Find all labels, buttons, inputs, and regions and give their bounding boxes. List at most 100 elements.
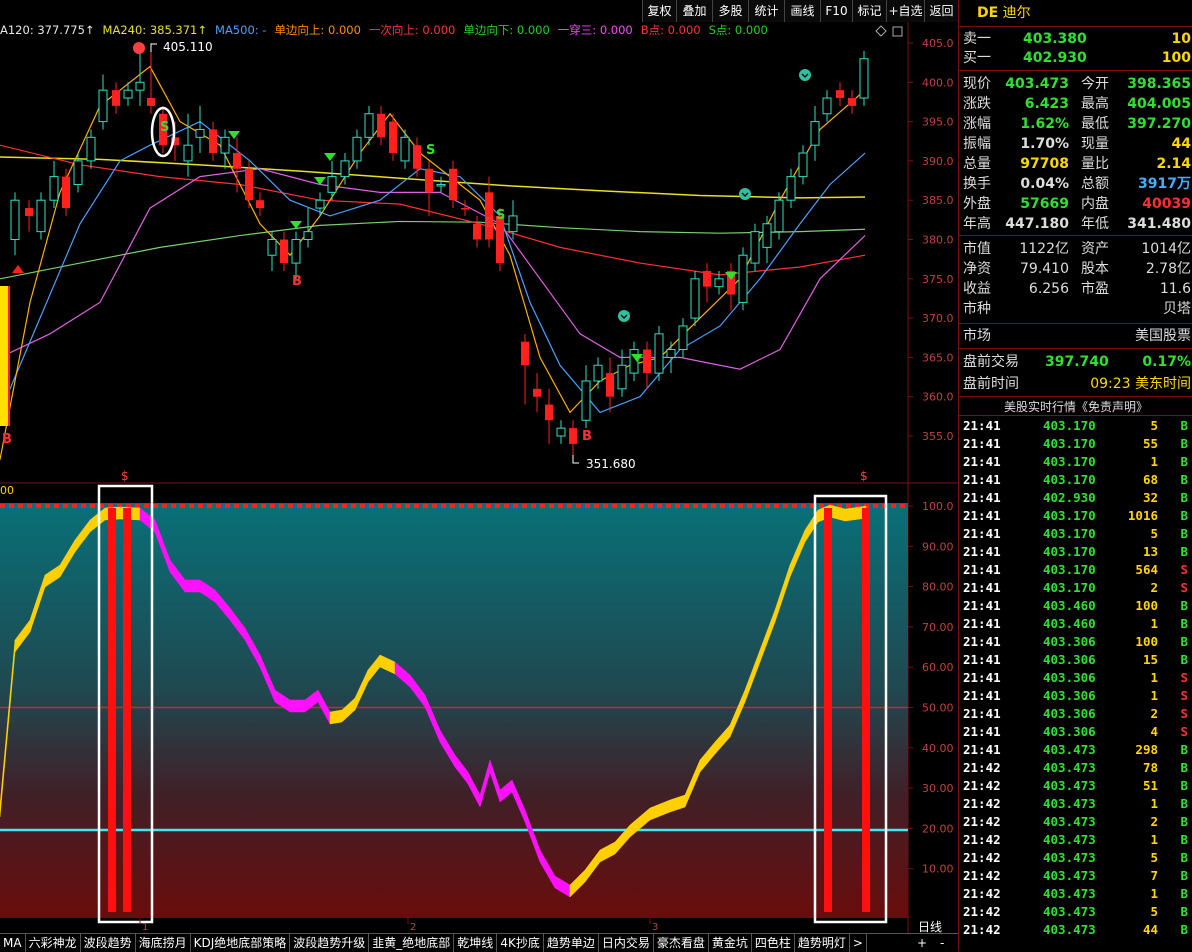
quote-value: 1.62% xyxy=(1020,116,1069,132)
candle-body xyxy=(810,121,820,146)
tick-price: 403.473 xyxy=(1043,832,1096,847)
candle-body xyxy=(112,90,120,106)
signal-bar xyxy=(108,508,116,912)
tick-time: 21:41 xyxy=(963,436,1001,451)
tick-volume: 5 xyxy=(1150,904,1158,919)
tick-price: 403.473 xyxy=(1043,868,1096,883)
indicator-tab[interactable]: 趋势明灯 xyxy=(795,934,850,952)
tick-row: 21:41 403.306 1 S xyxy=(959,687,1192,705)
tick-side: B xyxy=(1180,454,1188,469)
tick-row: 21:41 403.170 5 B xyxy=(959,525,1192,543)
tick-row: 21:41 403.170 5 B xyxy=(959,417,1192,435)
tick-side: B xyxy=(1180,922,1188,937)
candlestick-chart[interactable]: 405.0400.0395.0390.0385.0380.0375.0370.0… xyxy=(0,22,958,933)
tick-price: 403.473 xyxy=(1043,922,1096,937)
sell1-price: 403.380 xyxy=(1023,31,1087,47)
tick-volume: 32 xyxy=(1142,490,1158,505)
tick-side: B xyxy=(1180,634,1188,649)
tick-row: 21:41 403.473 298 B xyxy=(959,741,1192,759)
down-triangle-icon xyxy=(725,272,737,280)
toolbar-button-2[interactable]: 多股 xyxy=(712,0,748,22)
top-toolbar: 复权 叠加 多股 统计 画线 F10 标记 +自选 返回 xyxy=(0,0,958,22)
toolbar-button-8[interactable]: 返回 xyxy=(924,0,958,22)
price-axis-label: 400.0 xyxy=(922,76,954,89)
indicator-tab[interactable]: MA xyxy=(0,934,26,952)
pretime-value: 09:23 美东时间 xyxy=(1090,376,1191,392)
candle-body xyxy=(581,380,591,421)
toolbar-button-1[interactable]: 叠加 xyxy=(676,0,712,22)
tick-row: 21:42 403.473 7 B xyxy=(959,867,1192,885)
zoom-in-button[interactable]: + xyxy=(917,936,927,950)
tick-side: B xyxy=(1180,652,1188,667)
tick-price: 403.170 xyxy=(1043,562,1096,577)
toolbar-button-0[interactable]: 复权 xyxy=(642,0,676,22)
market-label: 市场 xyxy=(963,328,991,344)
tick-side: B xyxy=(1180,778,1188,793)
sell1-volume: 10 xyxy=(1171,31,1191,47)
toolbar-button-5[interactable]: F10 xyxy=(820,0,852,22)
tick-row: 21:42 403.473 5 B xyxy=(959,903,1192,921)
oscillator-ribbon-segment xyxy=(844,506,861,522)
ma10-line xyxy=(0,65,866,460)
tick-volume: 1 xyxy=(1150,688,1158,703)
osc-axis-label: 30.00 xyxy=(922,782,954,795)
ma-legend-item: 一次向上: 0.000 xyxy=(368,23,456,37)
quote-row: 现价 403.473 今开 398.365 xyxy=(963,74,1191,94)
tick-row: 21:42 403.473 51 B xyxy=(959,777,1192,795)
indicator-tab[interactable]: 4K抄底 xyxy=(497,934,544,952)
indicator-tab[interactable]: > xyxy=(850,934,867,952)
panel-toggle-icon xyxy=(892,26,903,37)
price-axis-label: 355.0 xyxy=(922,430,954,443)
quote-label: 量比 xyxy=(1081,156,1109,172)
tick-row: 21:41 403.306 2 S xyxy=(959,705,1192,723)
toolbar-button-7[interactable]: +自选 xyxy=(886,0,924,22)
tick-side: B xyxy=(1180,508,1188,523)
price-axis-label: 395.0 xyxy=(922,116,954,129)
pretime-row: 盘前时间 09:23 美东时间 xyxy=(963,374,1191,394)
sell-marker: S xyxy=(496,208,505,223)
candle-body xyxy=(617,364,627,390)
signal-bar xyxy=(123,508,131,912)
price-axis-label: 390.0 xyxy=(922,155,954,168)
tick-side: B xyxy=(1180,436,1188,451)
zoom-out-button[interactable]: - xyxy=(940,936,944,950)
price-axis-label: 380.0 xyxy=(922,234,954,247)
indicator-tab[interactable]: 黄金坑 xyxy=(709,934,752,952)
indicator-tab[interactable]: 海底捞月 xyxy=(136,934,191,952)
indicator-tab[interactable]: 韭黄_绝地底部 xyxy=(369,934,455,952)
candle-body xyxy=(303,231,313,240)
quote-value: 0.04% xyxy=(1020,176,1069,192)
indicator-tab[interactable]: 日内交易 xyxy=(599,934,654,952)
period-label[interactable]: 日线 xyxy=(918,918,942,935)
indicator-tab[interactable]: 乾坤线 xyxy=(454,934,498,952)
toolbar-button-6[interactable]: 标记 xyxy=(852,0,886,22)
tick-price: 403.306 xyxy=(1043,688,1096,703)
oscillator-ribbon-segment xyxy=(329,709,343,725)
indicator-tab[interactable]: 趋势单边 xyxy=(544,934,599,952)
chart-area[interactable]: 405.0 400.0 395.0 390.0 385.0 380.0 375.0 370.0… xyxy=(0,22,958,942)
tick-price: 403.170 xyxy=(1043,508,1096,523)
tick-volume: 55 xyxy=(1142,436,1158,451)
indicator-tab[interactable]: 六彩神龙 xyxy=(26,934,81,952)
indicator-tab[interactable]: 四色柱 xyxy=(752,934,795,952)
tick-time: 21:42 xyxy=(963,886,1001,901)
toolbar-button-4[interactable]: 画线 xyxy=(784,0,820,22)
osc-axis-label: 10.00 xyxy=(922,863,954,876)
buy-marker: B xyxy=(485,216,495,231)
tick-time: 21:41 xyxy=(963,652,1001,667)
signal-bar xyxy=(824,508,832,912)
indicator-tab[interactable]: KDJ绝地底部策略 xyxy=(191,934,291,952)
tick-side: B xyxy=(1180,472,1188,487)
candle-body xyxy=(267,239,277,256)
indicator-tab[interactable]: 波段趋势升级 xyxy=(290,934,370,952)
ticks-title[interactable]: 美股实时行情《免责声明》 xyxy=(959,397,1192,417)
toolbar-button-3[interactable]: 统计 xyxy=(748,0,784,22)
high-label: 405.110 xyxy=(163,40,213,54)
candle-body xyxy=(461,208,469,210)
indicator-tab[interactable]: 波段趋势 xyxy=(81,934,136,952)
tick-price: 403.306 xyxy=(1043,634,1096,649)
candle-body xyxy=(593,364,603,382)
quote-row: 年高 447.180 年低 341.480 xyxy=(963,214,1191,234)
tick-volume: 15 xyxy=(1142,652,1158,667)
indicator-tab[interactable]: 豪杰看盘 xyxy=(654,934,709,952)
